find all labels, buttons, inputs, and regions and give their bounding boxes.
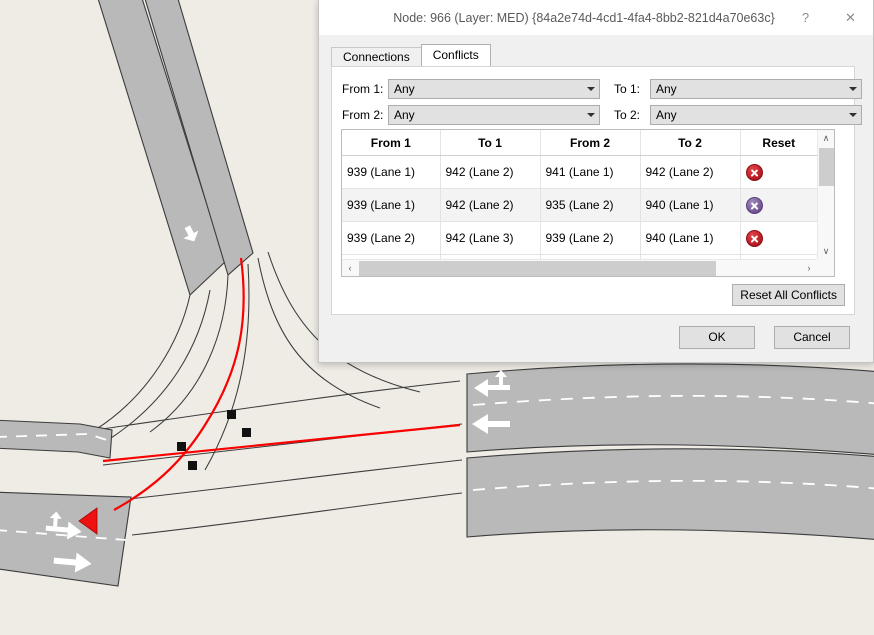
conflicts-table-viewport: From 1 To 1 From 2 To 2 Reset 939 (Lane … [342, 130, 817, 259]
dialog-titlebar[interactable]: Node: 966 (Layer: MED) {84a2e74d-4cd1-4f… [319, 0, 873, 36]
cell-from1: 939 (Lane 1) [342, 189, 440, 222]
reset-all-conflicts-button[interactable]: Reset All Conflicts [732, 284, 845, 306]
reset-conflict-icon[interactable] [746, 164, 763, 181]
table-horizontal-scrollbar[interactable]: ‹ › [342, 259, 817, 276]
col-header-to2[interactable]: To 2 [640, 130, 740, 156]
filter-row-1: From 1: Any To 1: Any [342, 78, 862, 99]
cell-to1: 942 (Lane 2) [440, 156, 540, 189]
table-vertical-scrollbar[interactable]: ∧ ∨ [817, 130, 834, 259]
from1-value: Any [389, 82, 582, 96]
col-header-reset[interactable]: Reset [740, 130, 817, 156]
conflicts-panel: From 1: Any To 1: Any From 2: Any To 2: … [331, 66, 855, 315]
cell-from1: 939 (Lane 1) [342, 156, 440, 189]
cell-reset [740, 156, 817, 189]
help-icon[interactable]: ? [783, 1, 828, 34]
vertical-scroll-thumb[interactable] [819, 148, 834, 186]
to2-value: Any [651, 108, 844, 122]
chevron-down-icon [582, 80, 599, 98]
road-east-south [467, 449, 874, 540]
node-conflicts-dialog[interactable]: Node: 966 (Layer: MED) {84a2e74d-4cd1-4f… [318, 0, 874, 363]
to2-label: To 2: [614, 108, 650, 122]
filter-row-2: From 2: Any To 2: Any [342, 104, 862, 125]
cell-from2: 935 (Lane 2) [540, 189, 640, 222]
dialog-title: Node: 966 (Layer: MED) {84a2e74d-4cd1-4f… [319, 11, 783, 25]
to1-select[interactable]: Any [650, 79, 862, 99]
road-east-north [467, 364, 874, 455]
handle-point [177, 442, 186, 451]
from1-label: From 1: [342, 82, 388, 96]
tab-conflicts[interactable]: Conflicts [421, 44, 491, 66]
cell-from2: 941 (Lane 1) [540, 156, 640, 189]
tabstrip: Connections Conflicts [331, 45, 490, 66]
col-header-from1[interactable]: From 1 [342, 130, 440, 156]
cell-to2: 940 (Lane 1) [640, 189, 740, 222]
ok-button[interactable]: OK [679, 326, 755, 349]
scrollbar-corner [817, 259, 834, 276]
to2-select[interactable]: Any [650, 105, 862, 125]
handle-point [188, 461, 197, 470]
to1-label: To 1: [614, 82, 650, 96]
conflicts-table: From 1 To 1 From 2 To 2 Reset 939 (Lane … [342, 130, 817, 259]
from2-value: Any [389, 108, 582, 122]
table-row[interactable]: 939 (Lane 1) 942 (Lane 2) 941 (Lane 1) 9… [342, 156, 817, 189]
table-row[interactable]: 939 (Lane 1) 942 (Lane 2) 935 (Lane 2) 9… [342, 189, 817, 222]
cell-to2: 942 (Lane 2) [640, 156, 740, 189]
col-header-from2[interactable]: From 2 [540, 130, 640, 156]
reset-conflict-icon[interactable] [746, 230, 763, 247]
table-row[interactable]: 939 (Lane 2) 942 (Lane 3) 939 (Lane 2) 9… [342, 222, 817, 255]
handle-point [227, 410, 236, 419]
handle-point [242, 428, 251, 437]
from2-label: From 2: [342, 108, 388, 122]
cell-from1: 939 (Lane 2) [342, 222, 440, 255]
cell-to1: 942 (Lane 3) [440, 222, 540, 255]
to1-value: Any [651, 82, 844, 96]
road-west-lower [0, 492, 131, 586]
scroll-left-icon[interactable]: ‹ [342, 260, 358, 276]
col-header-to1[interactable]: To 1 [440, 130, 540, 156]
from1-select[interactable]: Any [388, 79, 600, 99]
chevron-down-icon [582, 106, 599, 124]
horizontal-scroll-thumb[interactable] [359, 261, 716, 276]
dialog-footer: OK Cancel [319, 317, 873, 362]
from2-select[interactable]: Any [388, 105, 600, 125]
scroll-down-icon[interactable]: ∨ [818, 243, 834, 259]
cell-reset [740, 189, 817, 222]
cell-from2: 939 (Lane 2) [540, 222, 640, 255]
chevron-down-icon [844, 106, 861, 124]
table-header-row: From 1 To 1 From 2 To 2 Reset [342, 130, 817, 156]
cancel-button[interactable]: Cancel [774, 326, 850, 349]
conflicts-table-container[interactable]: From 1 To 1 From 2 To 2 Reset 939 (Lane … [341, 129, 835, 277]
reset-conflict-icon[interactable] [746, 197, 763, 214]
chevron-down-icon [844, 80, 861, 98]
close-icon[interactable]: ✕ [828, 1, 873, 34]
scroll-right-icon[interactable]: › [801, 260, 817, 276]
cell-to1: 942 (Lane 2) [440, 189, 540, 222]
cell-reset [740, 222, 817, 255]
tab-connections[interactable]: Connections [331, 47, 422, 66]
cell-to2: 940 (Lane 1) [640, 222, 740, 255]
scroll-up-icon[interactable]: ∧ [818, 130, 834, 146]
